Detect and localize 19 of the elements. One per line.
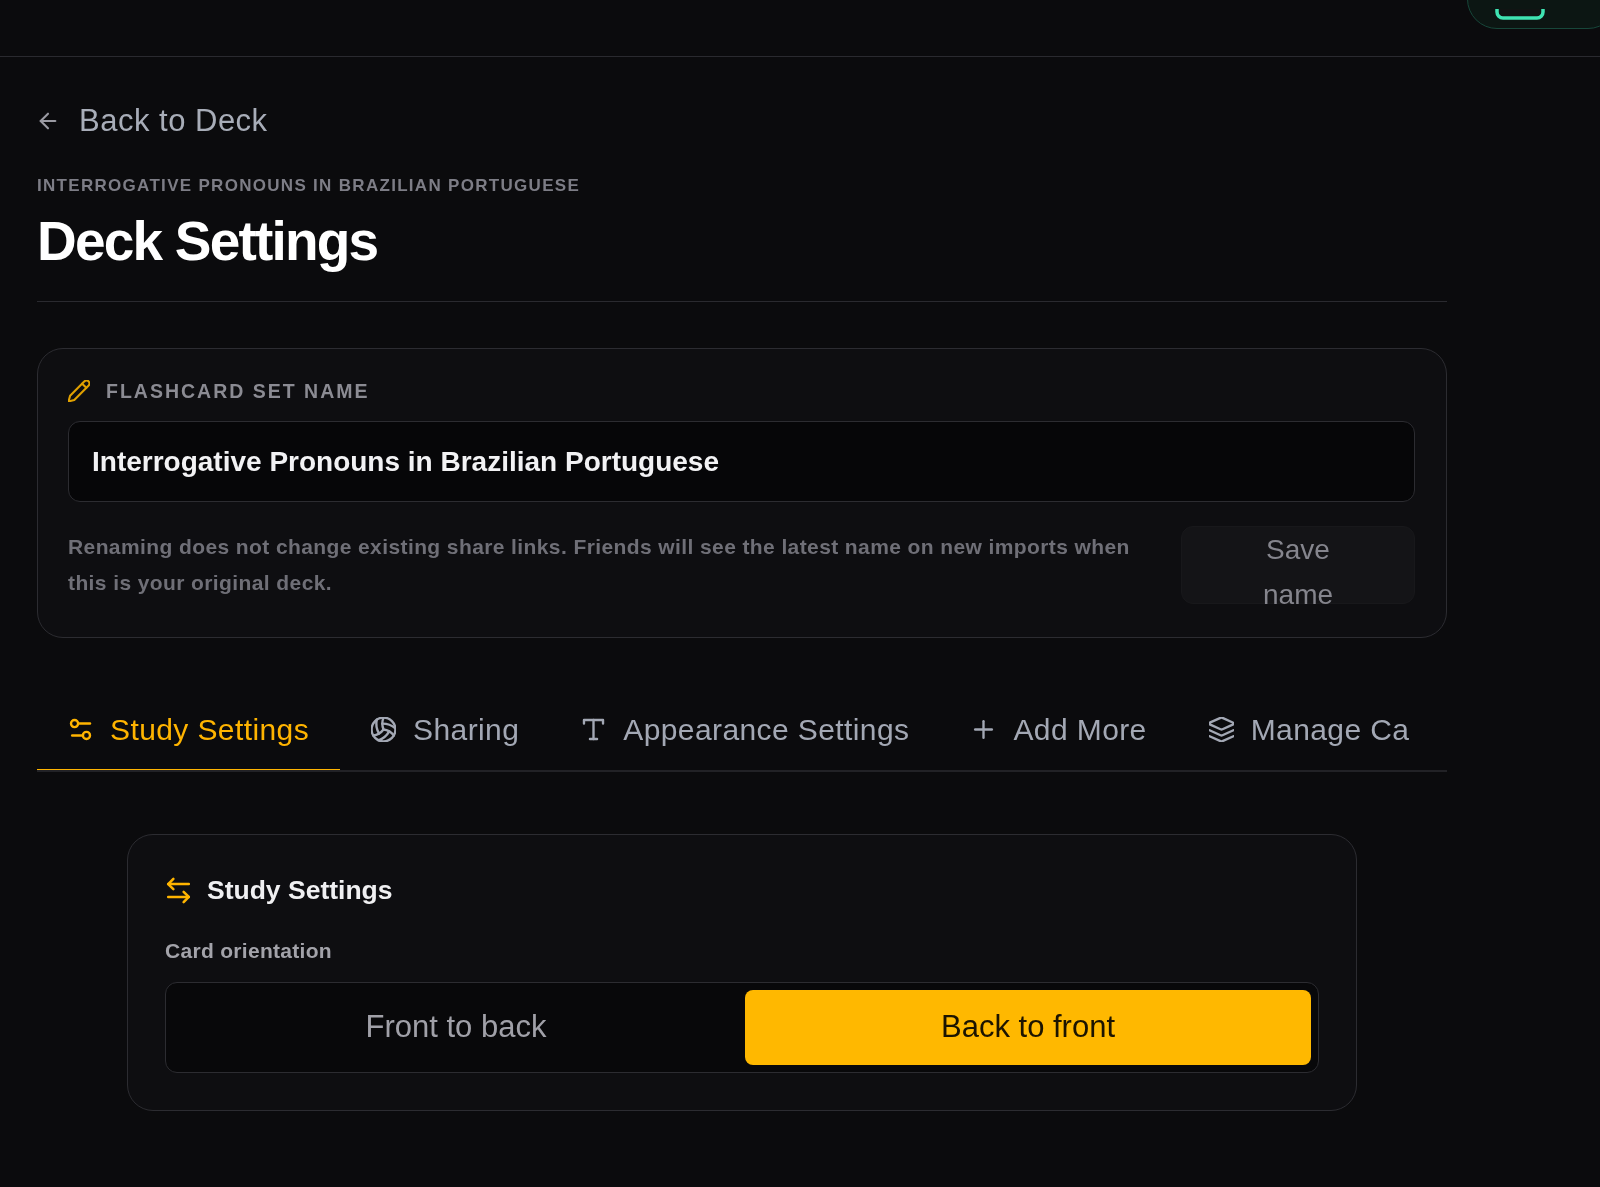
pencil-icon [68,380,90,402]
tab[interactable]: Study Settings [37,689,341,770]
type-icon [581,716,607,742]
back-link[interactable]: Back to Deck [37,103,268,139]
field-label: Card orientation [165,938,333,964]
name-input[interactable]: Interrogative Pronouns in Brazilian Portuguese [68,421,1415,502]
tab[interactable]: Manage Ca [1177,689,1410,770]
field-label: FLASHCARD SET NAME [106,379,370,403]
tab[interactable]: Add More [940,689,1178,770]
layers-icon [1208,716,1234,742]
deck-name-caption: INTERROGATIVE PRONOUNS IN BRAZILIAN PORTUGUESE [37,175,582,196]
sliders-icon [68,716,93,742]
card-title: Study Settings [207,874,393,907]
orientation-option[interactable]: Front to back [173,990,739,1065]
tab[interactable]: Sharing [340,689,551,770]
orientation-option[interactable]: Back to front [745,990,1311,1065]
tab[interactable]: Appearance Settings [550,689,941,770]
swap-arrows-icon [165,876,192,904]
help-text: Renaming does not change existing share links. Friends will see the latest name on new imports when this is your original deck. [68,534,1131,596]
